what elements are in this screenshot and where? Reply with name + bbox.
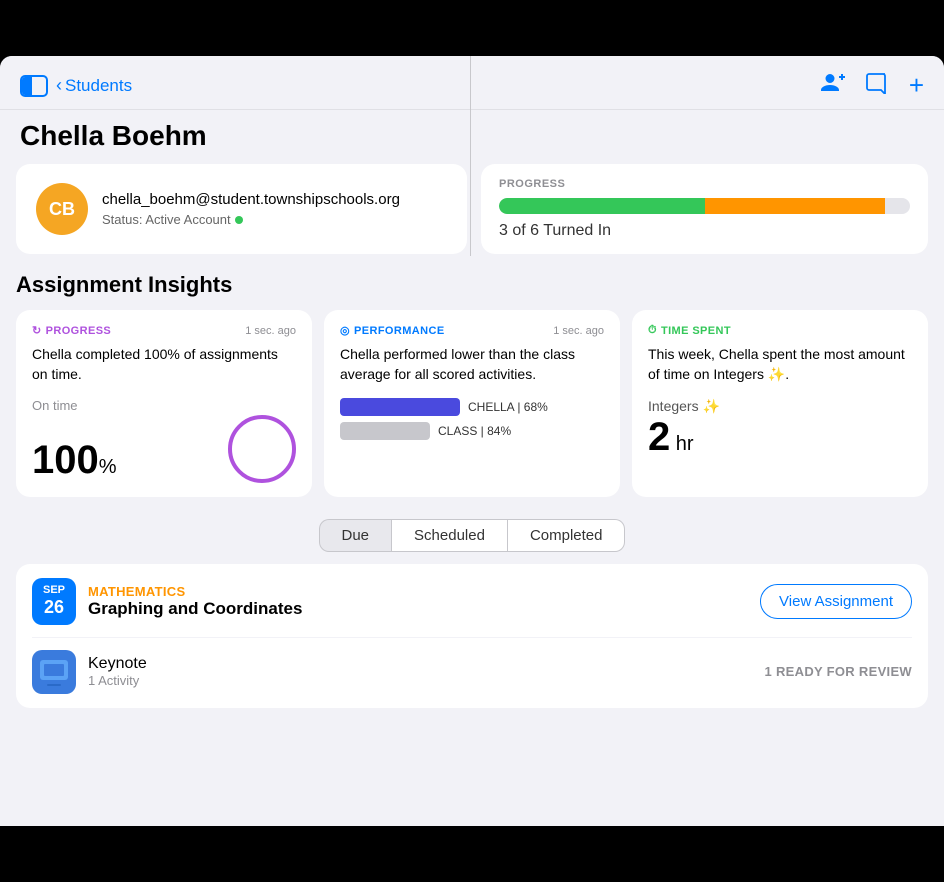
avatar: CB: [36, 183, 88, 235]
progress-circle: [228, 415, 296, 483]
header: ‹ Students +: [0, 56, 944, 110]
class-bar-row: CLASS | 84%: [340, 422, 604, 440]
time-value: 2: [648, 415, 670, 459]
keynote-icon: [32, 650, 76, 694]
chevron-left-icon: ‹: [56, 75, 62, 96]
ready-badge: 1 READY FOR REVIEW: [765, 664, 912, 679]
progress-summary: 3 of 6 Turned In: [499, 222, 910, 240]
assignment-subject: MATHEMATICS: [88, 584, 760, 599]
back-button[interactable]: ‹ Students: [56, 75, 132, 96]
progress-badge: ↻ PROGRESS: [32, 324, 111, 337]
progress-card: PROGRESS 3 of 6 Turned In: [481, 164, 928, 254]
performance-bars: CHELLA | 68% CLASS | 84%: [340, 398, 604, 440]
performance-timestamp: 1 sec. ago: [553, 325, 604, 337]
progress-description: Chella completed 100% of assignments on …: [32, 345, 296, 384]
progress-section-label: PROGRESS: [499, 178, 910, 190]
sidebar-toggle-button[interactable]: [20, 75, 48, 97]
time-icon: ⏱: [648, 324, 657, 337]
assignment-item-sub: 1 Activity: [88, 673, 147, 688]
panel-divider: [470, 56, 471, 256]
time-unit: hr: [670, 433, 693, 455]
profile-card: CB chella_boehm@student.townshipschools.…: [16, 164, 467, 254]
header-right: +: [821, 70, 924, 101]
assignment-day: 26: [42, 597, 66, 619]
time-badge: ⏱ TIME SPENT: [648, 324, 731, 337]
status-label: Status: Active Account: [102, 212, 231, 227]
tab-scheduled[interactable]: Scheduled: [391, 519, 508, 552]
tab-due[interactable]: Due: [319, 519, 392, 552]
assignment-item-left: Keynote 1 Activity: [32, 650, 147, 694]
progress-bar-green: [499, 198, 705, 214]
class-bar: [340, 422, 430, 440]
assignment-item-name: Keynote: [88, 655, 147, 673]
top-section: CB chella_boehm@student.townshipschools.…: [0, 164, 944, 268]
time-description: This week, Chella spent the most amount …: [648, 345, 912, 384]
insight-card-time: ⏱ TIME SPENT This week, Chella spent the…: [632, 310, 928, 497]
progress-timestamp: 1 sec. ago: [245, 325, 296, 337]
time-badge-label: TIME SPENT: [661, 325, 731, 337]
tab-completed[interactable]: Completed: [508, 519, 626, 552]
chella-bar: [340, 398, 460, 416]
header-left: ‹ Students: [20, 75, 132, 97]
assignment-header: SEP 26 MATHEMATICS Graphing and Coordina…: [32, 578, 912, 625]
insights-title: Assignment Insights: [0, 268, 944, 310]
class-bar-label: CLASS | 84%: [438, 424, 511, 438]
insight-card-progress: ↻ PROGRESS 1 sec. ago Chella completed 1…: [16, 310, 312, 497]
active-status-dot: [235, 216, 243, 224]
assignment-meta: MATHEMATICS Graphing and Coordinates: [76, 584, 760, 619]
person-add-icon[interactable]: [821, 72, 845, 100]
insights-cards: ↻ PROGRESS 1 sec. ago Chella completed 1…: [0, 310, 944, 511]
back-label: Students: [65, 76, 132, 96]
progress-bar-orange: [705, 198, 886, 214]
on-time-unit: %: [99, 456, 117, 478]
assignment-item-info: Keynote 1 Activity: [88, 655, 147, 688]
progress-icon: ↻: [32, 324, 42, 337]
tab-bar: Due Scheduled Completed: [0, 511, 944, 564]
time-subject: Integers ✨: [648, 398, 912, 415]
progress-badge-label: PROGRESS: [46, 325, 112, 337]
assignment-item: Keynote 1 Activity 1 READY FOR REVIEW: [32, 637, 912, 694]
assignment-section: SEP 26 MATHEMATICS Graphing and Coordina…: [16, 564, 928, 708]
insight-card-performance: ◎ PERFORMANCE 1 sec. ago Chella performe…: [324, 310, 620, 497]
insight-header-time: ⏱ TIME SPENT: [648, 324, 912, 337]
progress-bar: [499, 198, 910, 214]
profile-status: Status: Active Account: [102, 212, 400, 227]
profile-info: chella_boehm@student.townshipschools.org…: [102, 191, 400, 227]
insight-header-performance: ◎ PERFORMANCE 1 sec. ago: [340, 324, 604, 337]
assignment-name: Graphing and Coordinates: [88, 599, 760, 619]
performance-badge-label: PERFORMANCE: [354, 325, 445, 337]
performance-description: Chella performed lower than the class av…: [340, 345, 604, 384]
page-title: Chella Boehm: [0, 110, 944, 164]
chella-bar-label: CHELLA | 68%: [468, 400, 548, 414]
performance-icon: ◎: [340, 324, 350, 337]
on-time-label: On time: [32, 398, 296, 413]
assignment-date-badge: SEP 26: [32, 578, 76, 625]
view-assignment-button[interactable]: View Assignment: [760, 584, 912, 619]
assignment-month: SEP: [42, 584, 66, 597]
on-time-value: 100: [32, 438, 99, 482]
chella-bar-row: CHELLA | 68%: [340, 398, 604, 416]
insight-header-progress: ↻ PROGRESS 1 sec. ago: [32, 324, 296, 337]
profile-email: chella_boehm@student.townshipschools.org: [102, 191, 400, 208]
message-icon[interactable]: [865, 72, 889, 100]
performance-badge: ◎ PERFORMANCE: [340, 324, 445, 337]
add-icon[interactable]: +: [909, 70, 924, 101]
